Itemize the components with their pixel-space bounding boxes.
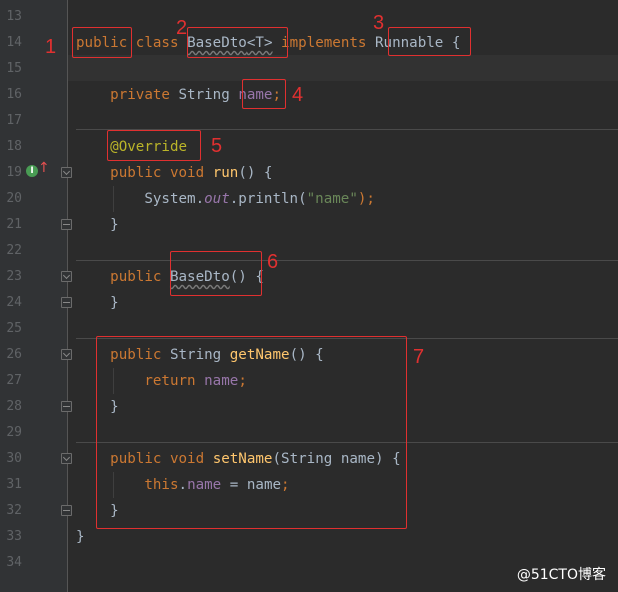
- brace: }: [110, 217, 119, 233]
- line-number: 34: [6, 555, 22, 570]
- line-number: 14: [6, 35, 22, 50]
- punct: );: [357, 191, 375, 207]
- keyword: void: [169, 165, 205, 181]
- class-ref: System.: [144, 191, 205, 207]
- line-number: 31: [6, 477, 22, 492]
- keyword: public: [110, 165, 162, 181]
- line-number: 25: [6, 321, 22, 336]
- line-number: 33: [6, 529, 22, 544]
- keyword: implements: [281, 35, 367, 51]
- annotation-number: 5: [211, 135, 223, 157]
- highlight-box-1: [72, 27, 132, 58]
- annotation-number: 2: [176, 17, 188, 39]
- line-number: 29: [6, 425, 22, 440]
- annotation-number: 3: [373, 12, 385, 34]
- highlight-box-4: [242, 79, 286, 109]
- line-number: 22: [6, 243, 22, 258]
- code-line-run-signature[interactable]: public void run() {: [76, 160, 272, 186]
- line-number: 23: [6, 269, 22, 284]
- line-number: 17: [6, 113, 22, 128]
- line-number: 13: [6, 9, 22, 24]
- line-number: 18: [6, 139, 22, 154]
- line-number: 28: [6, 399, 22, 414]
- highlight-box-6: [170, 251, 262, 296]
- code-line-close[interactable]: }: [76, 212, 119, 238]
- method-name: run: [212, 165, 239, 181]
- line-number: 20: [6, 191, 22, 206]
- annotation-number: 4: [292, 84, 304, 106]
- keyword: private: [110, 87, 170, 103]
- line-number: 32: [6, 503, 22, 518]
- line-number: 26: [6, 347, 22, 362]
- fold-collapse-icon[interactable]: [61, 453, 72, 464]
- type-name: String: [178, 87, 230, 103]
- line-number: 16: [6, 87, 22, 102]
- keyword: class: [135, 35, 179, 51]
- line-number: 15: [6, 61, 22, 76]
- string-literal: "name": [306, 191, 358, 207]
- line-number: 30: [6, 451, 22, 466]
- brace: }: [76, 529, 85, 545]
- annotation-number: 7: [413, 346, 425, 368]
- fold-expand-icon[interactable]: [61, 219, 72, 230]
- line-number: 24: [6, 295, 22, 310]
- method-call: .println(: [229, 191, 307, 207]
- line-number: 27: [6, 373, 22, 388]
- code-line-close[interactable]: }: [76, 290, 119, 316]
- implements-marker-icon[interactable]: I: [26, 165, 38, 177]
- code-line-class-close[interactable]: }: [76, 524, 85, 550]
- annotation-number: 1: [45, 36, 57, 58]
- highlight-box-5: [107, 130, 201, 161]
- keyword: public: [110, 269, 162, 285]
- fold-collapse-icon[interactable]: [61, 271, 72, 282]
- fold-collapse-icon[interactable]: [61, 349, 72, 360]
- line-number: 21: [6, 217, 22, 232]
- annotation-number: 6: [267, 251, 279, 273]
- highlight-box-2: [187, 27, 288, 58]
- code-line-println[interactable]: System.out.println("name");: [76, 186, 375, 212]
- fold-expand-icon[interactable]: [61, 401, 72, 412]
- fold-collapse-icon[interactable]: [61, 167, 72, 178]
- fold-expand-icon[interactable]: [61, 297, 72, 308]
- caret-line-highlight: [68, 55, 618, 81]
- punct: () {: [238, 165, 273, 181]
- static-field: out: [204, 191, 230, 207]
- line-number: 19: [6, 165, 22, 180]
- gutter-separator: [67, 0, 68, 592]
- watermark: @51CTO博客: [516, 567, 606, 583]
- fold-expand-icon[interactable]: [61, 505, 72, 516]
- method-separator: [76, 260, 618, 261]
- highlight-box-3: [388, 27, 471, 56]
- highlight-box-7: [96, 336, 407, 529]
- arrow-up-icon[interactable]: ↑: [38, 160, 50, 176]
- brace: }: [110, 295, 119, 311]
